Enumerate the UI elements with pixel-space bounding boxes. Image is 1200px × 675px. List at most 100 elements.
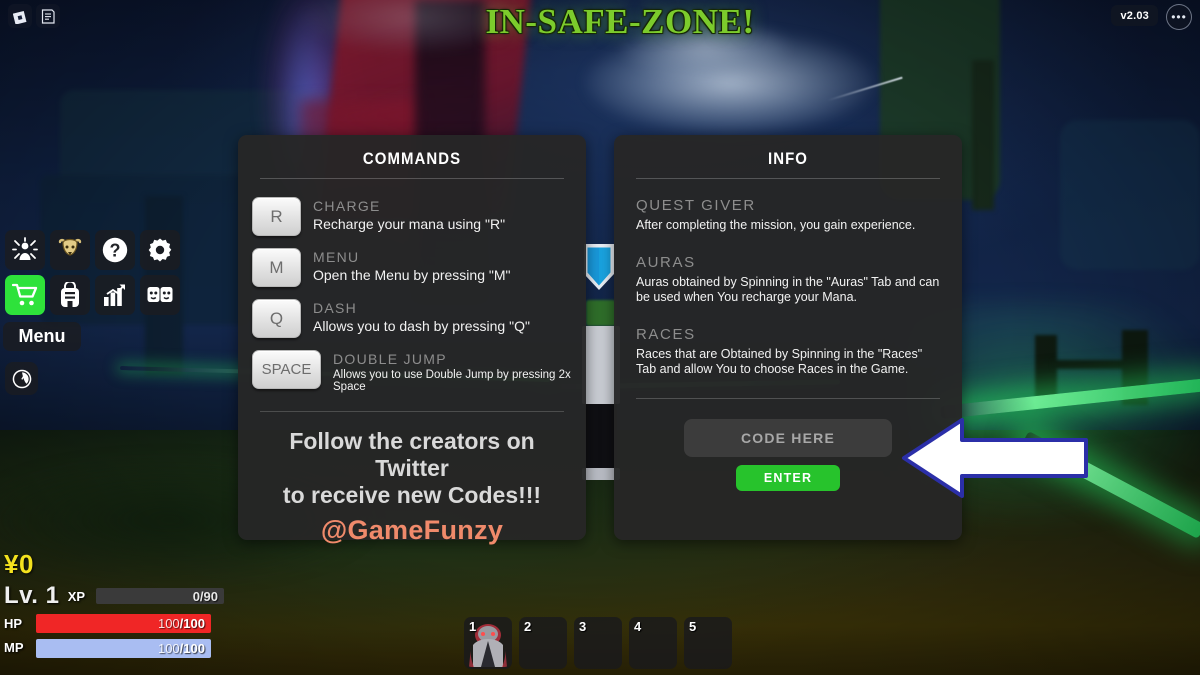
hotbar: 1 2 3 4 5 <box>464 617 732 669</box>
game-screen: IN-SAFE-ZONE! v2.03 ••• ? Menu COMMANDS … <box>0 0 1200 675</box>
hotbar-slot-2[interactable]: 2 <box>519 617 567 669</box>
hp-row: HP 100/100 <box>4 614 224 633</box>
stats-chart-icon <box>104 283 125 306</box>
mp-row: MP 100/100 <box>4 637 224 658</box>
command-description: Recharge your mana using "R" <box>313 216 506 232</box>
info-section-heading: AURAS <box>636 253 696 271</box>
menu-label[interactable]: Menu <box>3 322 81 351</box>
enter-button[interactable]: ENTER <box>736 464 840 491</box>
shield-pickup-icon <box>582 242 616 292</box>
player-hud: ¥0 Lv. 1 XP 0/90 HP 100/100 MP 100/100 <box>4 550 224 658</box>
twitter-promo-line1: Follow the creators on Twitter <box>289 428 535 481</box>
info-section: RACES Races that are Obtained by Spinnin… <box>636 326 940 378</box>
sidebar-item-stats[interactable] <box>95 275 135 315</box>
fence-rail <box>1052 360 1130 369</box>
background-foliage <box>1060 120 1200 270</box>
roblox-logo-icon[interactable] <box>8 4 32 28</box>
clock-button[interactable] <box>5 362 38 395</box>
keycap-r[interactable]: R <box>252 197 301 236</box>
shield-icon <box>584 244 614 290</box>
command-description: Allows you to dash by pressing "Q" <box>313 318 530 334</box>
command-row: SPACE DOUBLE JUMP Allows you to use Doub… <box>238 344 586 399</box>
zone-title: IN-SAFE-ZONE! <box>485 2 755 41</box>
hotbar-slot-number: 1 <box>469 619 477 634</box>
command-title: DOUBLE JUMP <box>333 351 447 367</box>
twitter-promo-line2: to receive new Codes!!! <box>282 482 542 508</box>
sidebar-item-settings[interactable] <box>140 230 180 270</box>
hp-value: 100/100 <box>157 616 205 631</box>
chat-icon <box>41 8 55 24</box>
info-sections: QUEST GIVER After completing the mission… <box>614 179 962 378</box>
hotbar-slot-3[interactable]: 3 <box>574 617 622 669</box>
background-foliage <box>972 60 994 210</box>
xp-label: XP <box>67 588 86 604</box>
sidebar-item-shop[interactable] <box>5 275 45 315</box>
sidebar-item-inventory[interactable] <box>50 275 90 315</box>
commands-panel: COMMANDS R CHARGE Recharge your mana usi… <box>238 135 586 545</box>
info-section-text: Auras obtained by Spinning in the "Auras… <box>636 274 940 305</box>
hotbar-slot-number: 5 <box>689 619 697 634</box>
hotbar-slot-number: 3 <box>579 619 587 634</box>
left-icon-menu: ? <box>3 228 183 318</box>
sidebar-item-character[interactable] <box>5 230 45 270</box>
info-panel-title: INFO <box>768 149 808 168</box>
hp-label: HP <box>4 616 23 631</box>
command-title: MENU <box>313 249 360 265</box>
hp-bar: 100/100 <box>36 614 211 633</box>
sidebar-item-guild[interactable] <box>50 230 90 270</box>
twitter-promo: Follow the creators on Twitter to receiv… <box>238 412 586 546</box>
mp-label: MP <box>4 640 24 655</box>
shop-cart-icon <box>11 283 37 306</box>
hotbar-slot-1[interactable]: 1 <box>464 617 512 669</box>
clock-icon <box>12 369 31 388</box>
info-section: AURAS Auras obtained by Spinning in the … <box>636 254 940 306</box>
panel-divider <box>636 397 940 399</box>
hotbar-slot-5[interactable]: 5 <box>684 617 732 669</box>
command-row: M MENU Open the Menu by pressing "M" <box>238 242 586 293</box>
sidebar-item-help[interactable]: ? <box>95 230 135 270</box>
left-pointing-arrow-icon <box>902 418 1088 498</box>
keycap-m[interactable]: M <box>252 248 301 287</box>
backpack-icon <box>61 282 79 307</box>
hotbar-slot-number: 2 <box>524 619 532 634</box>
left-pointing-arrow-annotation <box>900 410 1090 506</box>
info-section-heading: QUEST GIVER <box>636 197 756 214</box>
command-row: Q DASH Allows you to dash by pressing "Q… <box>238 293 586 344</box>
roblox-logo-icon <box>12 10 26 24</box>
hotbar-slot-4[interactable]: 4 <box>629 617 677 669</box>
commands-list: R CHARGE Recharge your mana using "R" M … <box>238 179 586 399</box>
command-title: CHARGE <box>313 198 381 214</box>
keycap-q[interactable]: Q <box>252 299 301 338</box>
more-options-button[interactable]: ••• <box>1166 4 1192 30</box>
character-icon <box>12 237 38 260</box>
info-section: QUEST GIVER After completing the mission… <box>636 197 940 234</box>
twitter-promo-text: Follow the creators on Twitter to receiv… <box>258 428 566 509</box>
currency-display: ¥0 <box>4 549 34 579</box>
info-section-text: After completing the mission, you gain e… <box>636 218 916 232</box>
hotbar-slot-number: 4 <box>634 619 642 634</box>
level-display: Lv. 1 <box>4 582 60 609</box>
xp-bar: 0/90 <box>96 588 224 604</box>
version-badge: v2.03 <box>1111 5 1158 26</box>
chat-icon[interactable] <box>36 4 60 28</box>
hp-current: 100 <box>157 616 180 631</box>
help-icon: ? <box>102 237 128 263</box>
twitter-handle[interactable]: @GameFunzy <box>258 509 566 546</box>
command-title: DASH <box>313 300 358 316</box>
friends-icon <box>147 287 173 302</box>
mp-max: 100 <box>183 641 205 656</box>
command-row: R CHARGE Recharge your mana using "R" <box>238 191 586 242</box>
level-xp-row: Lv. 1 XP 0/90 <box>4 582 224 610</box>
hp-max: 100 <box>183 616 205 631</box>
command-description: Allows you to use Double Jump by pressin… <box>333 369 571 393</box>
mp-value: 100/100 <box>157 641 205 656</box>
settings-gear-icon <box>148 238 172 262</box>
guild-bull-icon <box>58 238 82 256</box>
keycap-space[interactable]: SPACE <box>252 350 321 389</box>
sidebar-item-friends[interactable] <box>140 275 180 315</box>
commands-panel-title: COMMANDS <box>362 149 462 168</box>
info-section-heading: RACES <box>636 325 696 343</box>
mp-current: 100 <box>157 641 180 656</box>
xp-value: 0/90 <box>192 588 218 604</box>
code-input[interactable]: CODE HERE <box>684 418 892 457</box>
